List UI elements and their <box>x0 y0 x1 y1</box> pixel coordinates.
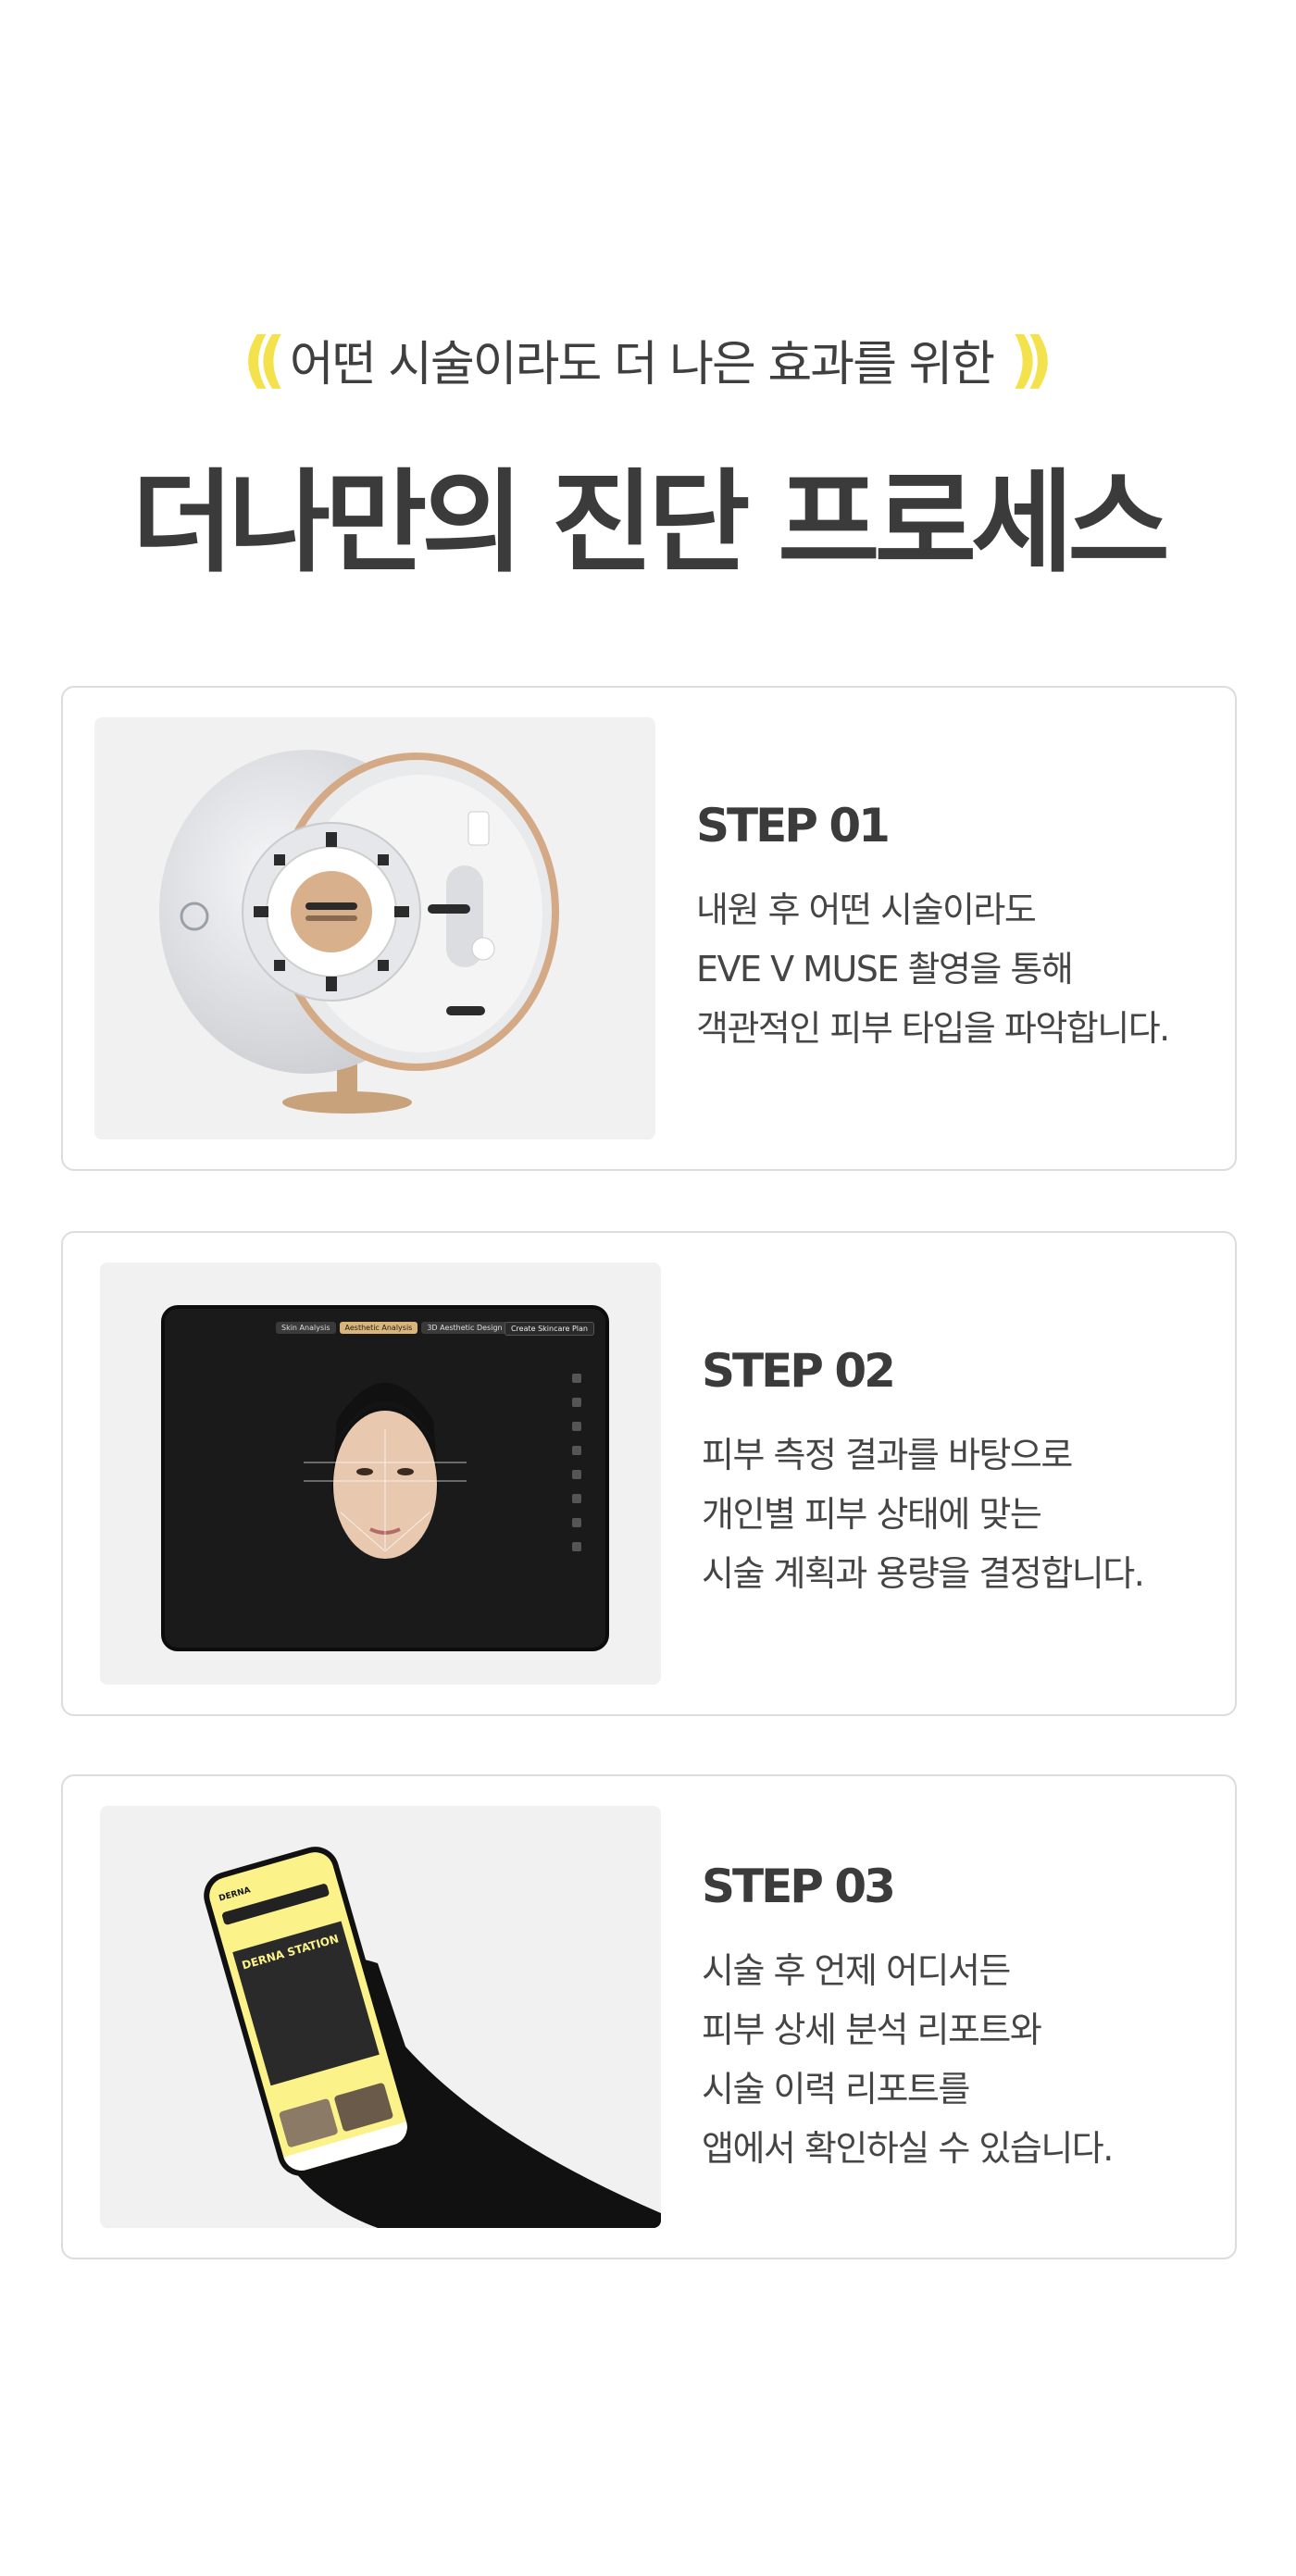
close-paren-decoration: )) <box>1010 324 1053 395</box>
step-card-3: DERNA DERNA STATION STEP 03 시술 후 언제 어디서든… <box>61 1774 1237 2259</box>
hero-section: (( 어떤 시술이라도 더 나은 효과를 위한 )) 더나만의 진단 프로세스 <box>0 324 1296 593</box>
step-description: 피부 측정 결과를 바탕으로개인별 피부 상태에 맞는시술 계획과 용량을 결정… <box>702 1425 1145 1603</box>
poster-title: DERNA STATION <box>240 1932 341 1972</box>
app-poster[interactable]: DERNA STATION <box>232 1921 380 2086</box>
desc-line: 피부 측정 결과를 바탕으로 <box>702 1435 1073 1475</box>
tablet-analysis-image: Skin Analysis Aesthetic Analysis 3D Aest… <box>100 1263 661 1685</box>
hero-subtitle-row: (( 어떤 시술이라도 더 나은 효과를 위한 )) <box>0 324 1296 395</box>
step-label: STEP 02 <box>702 1344 896 1398</box>
app-thumbnail[interactable] <box>333 2082 394 2133</box>
step-card-2: Skin Analysis Aesthetic Analysis 3D Aest… <box>61 1231 1237 1716</box>
mobile-app-image: DERNA DERNA STATION <box>100 1806 661 2228</box>
step-label: STEP 03 <box>702 1860 896 1913</box>
desc-line: 내원 후 어떤 시술이라도 <box>696 890 1037 930</box>
desc-line: 앱에서 확인하실 수 있습니다. <box>702 2128 1114 2169</box>
step-card-1: STEP 01 내원 후 어떤 시술이라도 EVE V MUSE 촬영을 통해객관… <box>61 686 1237 1171</box>
open-paren-decoration: (( <box>243 324 286 395</box>
step-label: STEP 01 <box>696 799 891 852</box>
desc-line: EVE V MUSE 촬영을 통해 <box>696 949 1074 989</box>
step-text-1: STEP 01 내원 후 어떤 시술이라도 EVE V MUSE 촬영을 통해객관… <box>696 799 1170 1058</box>
step-text-2: STEP 02 피부 측정 결과를 바탕으로개인별 피부 상태에 맞는시술 계획… <box>702 1344 1145 1603</box>
desc-line: 객관적인 피부 타입을 파악합니다. <box>696 1008 1170 1049</box>
step-text-3: STEP 03 시술 후 언제 어디서든피부 상세 분석 리포트와시술 이력 리… <box>702 1860 1114 2178</box>
desc-line: 시술 계획과 용량을 결정합니다. <box>702 1553 1145 1594</box>
app-logo: DERNA <box>218 1885 252 1904</box>
tablet-device: Skin Analysis Aesthetic Analysis 3D Aest… <box>161 1305 609 1651</box>
skin-scanner-illustration <box>159 750 559 1114</box>
face-scan-illustration <box>304 1374 581 1559</box>
desc-line: 시술 이력 리포트를 <box>702 2069 970 2109</box>
skin-scanner-image <box>94 717 655 1139</box>
hero-subtitle: 어떤 시술이라도 더 나은 효과를 위한 <box>289 337 995 392</box>
step-description: 내원 후 어떤 시술이라도 EVE V MUSE 촬영을 통해객관적인 피부 타입… <box>696 880 1170 1058</box>
app-thumbnail[interactable] <box>278 2097 339 2148</box>
desc-line: 시술 후 언제 어디서든 <box>702 1950 1011 1991</box>
page-title: 더나만의 진단 프로세스 <box>131 459 1170 588</box>
desc-line: 피부 상세 분석 리포트와 <box>702 2010 1042 2050</box>
desc-line: 개인별 피부 상태에 맞는 <box>702 1494 1042 1535</box>
step-description: 시술 후 언제 어디서든피부 상세 분석 리포트와시술 이력 리포트를앱에서 확… <box>702 1941 1114 2178</box>
